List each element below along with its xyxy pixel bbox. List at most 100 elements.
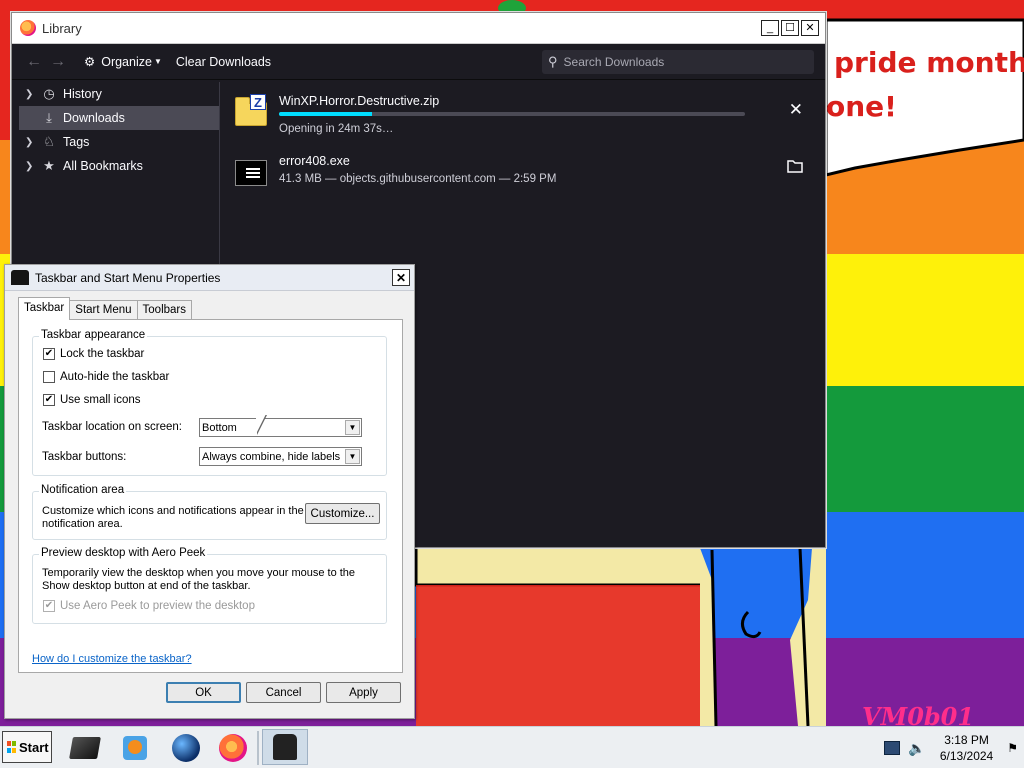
organize-label: Organize [101,54,152,69]
chevron-down-icon[interactable]: ▼ [345,420,360,435]
download-filename: WinXP.Horror.Destructive.zip [279,94,440,108]
sidebar-item-label: All Bookmarks [63,159,143,173]
clock-icon: ◷ [43,86,55,101]
wallpaper-signature: VM0b01 [862,702,975,726]
sidebar-item-all-bookmarks[interactable]: ❯ ★ All Bookmarks [19,154,219,178]
download-status: Opening in 24m 37s… [279,123,394,135]
select-value: Bottom [202,421,237,434]
ok-button[interactable]: OK [166,682,241,703]
select-value: Always combine, hide labels [202,450,341,463]
small-icons-checkbox[interactable]: ✔ Use small icons [43,394,141,406]
sidebar-item-label: History [63,87,102,101]
aero-peek-group: Preview desktop with Aero Peek Temporari… [32,547,387,624]
exe-icon [235,156,267,186]
customize-button[interactable]: Customize... [305,503,380,524]
download-icon: ⤓ [46,110,52,125]
taskbar-appearance-group: Taskbar appearance ✔ Lock the taskbar Au… [32,329,387,476]
organize-button[interactable]: ⚙ Organize ▼ [84,54,162,70]
checkbox[interactable] [43,371,55,383]
cancel-button[interactable]: Cancel [246,682,321,703]
globe-icon[interactable] [169,732,203,764]
folder-icon[interactable] [787,158,803,178]
taskbar: Start 🔈 3:18 PM 6/13/2024 ⚑ [0,726,1024,768]
library-titlebar[interactable]: Library _ ☐ ✕ [12,13,825,44]
apply-button[interactable]: Apply [326,682,401,703]
taskbar-location-select[interactable]: Bottom ▼ [199,418,362,437]
download-progress-bar [279,112,745,116]
zip-folder-icon: Z [235,94,267,126]
maximize-button[interactable]: ☐ [781,20,799,36]
group-title: Taskbar appearance [39,329,148,341]
gear-icon: ⚙ [84,55,96,69]
download-item[interactable]: Z WinXP.Horror.Destructive.zip Opening i… [221,88,825,144]
lock-taskbar-checkbox[interactable]: ✔ Lock the taskbar [43,348,144,360]
dialog-title: Taskbar and Start Menu Properties [35,270,221,285]
group-title: Notification area [39,484,127,496]
start-label: Start [19,739,49,755]
aero-peek-description: Temporarily view the desktop when you mo… [42,567,356,592]
tab-toolbars[interactable]: Toolbars [136,300,192,320]
sidebar-item-downloads[interactable]: ⤓ Downloads [19,106,219,130]
chevron-right-icon[interactable]: ❯ [25,89,39,100]
chevron-right-icon[interactable]: ❯ [25,161,39,172]
taskbar-properties-dialog: Taskbar and Start Menu Properties ✕ Task… [4,264,415,719]
start-button[interactable]: Start [2,731,52,763]
cancel-icon[interactable]: ✕ [789,100,803,120]
search-icon: ⚲ [548,54,558,69]
taskbar-separator [257,731,259,765]
mouse-cursor-icon [256,414,276,434]
media-player-icon[interactable] [118,732,152,764]
forward-arrow-icon[interactable]: → [46,53,70,71]
chevron-right-icon[interactable]: ❯ [25,137,39,148]
chevron-down-icon: ▼ [153,57,162,66]
clock-date: 6/13/2024 [939,749,994,763]
sidebar-item-history[interactable]: ❯ ◷ History [19,82,219,106]
group-title: Preview desktop with Aero Peek [39,547,208,559]
auto-hide-checkbox[interactable]: Auto-hide the taskbar [43,371,169,383]
dialog-titlebar[interactable]: Taskbar and Start Menu Properties ✕ [5,265,414,291]
notification-area-group: Notification area Customize which icons … [32,484,387,540]
tab-start-menu[interactable]: Start Menu [69,300,138,320]
clock[interactable]: 3:18 PM 6/13/2024 [940,732,993,764]
sidebar-item-tags[interactable]: ❯ ♘ Tags [19,130,219,154]
window-title: Library [42,20,82,36]
wallpaper-text: pride month [834,46,1024,79]
clear-downloads-button[interactable]: Clear Downloads [176,55,271,69]
sidebar-item-label: Downloads [63,111,125,125]
windows-logo-icon [7,741,16,753]
download-status: 41.3 MB — objects.githubusercontent.com … [279,173,557,185]
tag-icon: ♘ [43,134,55,149]
cube-app-icon[interactable] [68,732,102,764]
buttons-label: Taskbar buttons: [42,451,127,463]
tab-taskbar[interactable]: Taskbar [18,297,71,320]
action-center-flag-icon[interactable]: ⚑ [1007,741,1018,755]
star-icon: ★ [43,158,55,173]
search-input[interactable]: ⚲ Search Downloads [542,50,814,74]
checkbox-label: Use small icons [60,394,141,406]
checkbox[interactable]: ✔ [43,394,55,406]
download-progress-fill [279,112,373,116]
download-item[interactable]: error408.exe 41.3 MB — objects.githubuse… [221,148,825,204]
taskbar-app-icon [11,270,29,285]
back-arrow-icon[interactable]: ← [22,53,46,71]
help-link[interactable]: How do I customize the taskbar? [32,653,192,665]
tab-panel-taskbar: Taskbar appearance ✔ Lock the taskbar Au… [18,319,403,673]
speaker-icon[interactable]: 🔈 [908,741,926,755]
sidebar-item-label: Tags [63,135,90,149]
notification-description: Customize which icons and notifications … [42,505,304,530]
firefox-icon[interactable] [216,732,250,764]
chevron-down-icon[interactable]: ▼ [345,449,360,464]
close-button[interactable]: ✕ [392,269,410,286]
checkbox-label: Use Aero Peek to preview the desktop [60,600,255,612]
checkbox[interactable]: ✔ [43,348,55,360]
wallpaper-text: one! [826,90,897,123]
minimize-button[interactable]: _ [761,20,779,36]
taskbar-buttons-select[interactable]: Always combine, hide labels ▼ [199,447,362,466]
window-controls: _ ☐ ✕ [761,20,819,36]
checkbox[interactable]: ✔ [43,600,55,612]
taskbar-properties-icon[interactable] [262,729,308,765]
aero-peek-checkbox[interactable]: ✔ Use Aero Peek to preview the desktop [43,600,255,612]
network-icon[interactable] [883,741,900,755]
search-placeholder: Search Downloads [563,55,665,69]
close-button[interactable]: ✕ [801,20,819,36]
